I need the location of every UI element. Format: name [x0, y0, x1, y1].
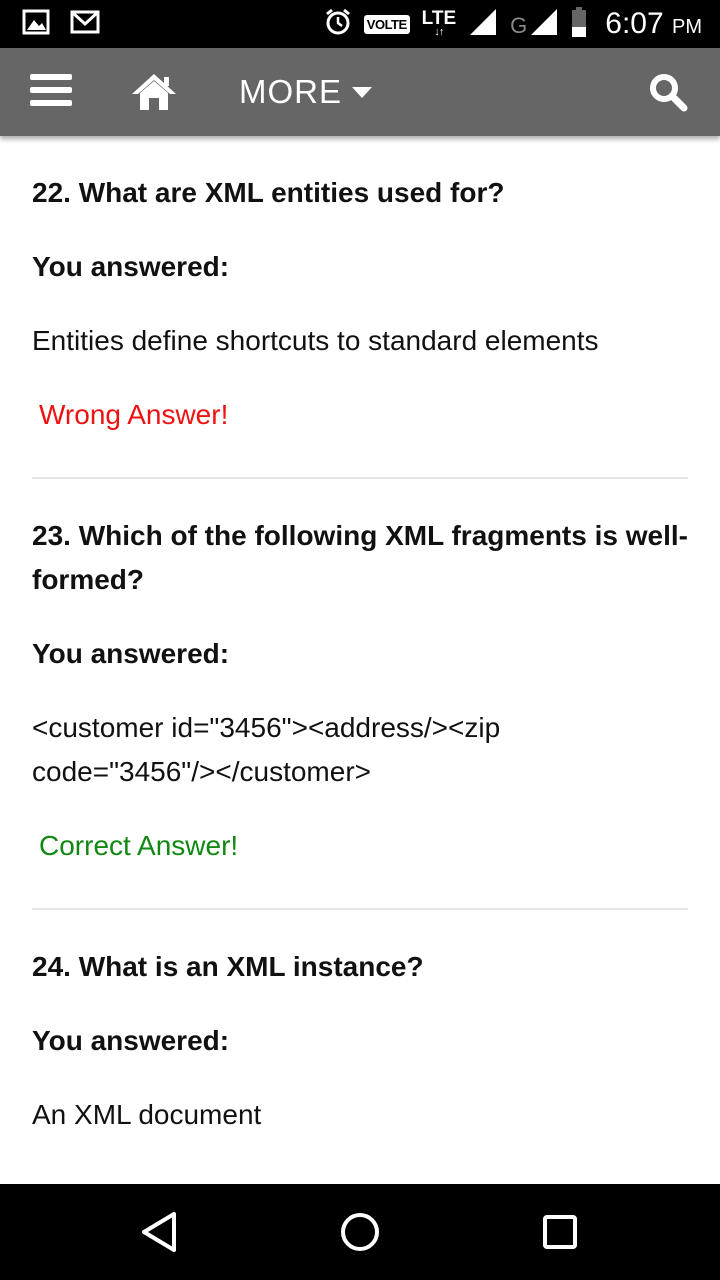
volte-badge: VOLTE [363, 14, 410, 34]
navigation-bar [0, 1184, 720, 1280]
verdict-wrong: Wrong Answer! [39, 399, 229, 430]
you-answered-label: You answered: [32, 1025, 230, 1056]
signal-icon [468, 7, 498, 42]
battery-icon [571, 6, 587, 42]
you-answered-label: You answered: [32, 638, 230, 669]
question-item: 23. Which of the following XML fragments… [32, 479, 688, 910]
answer-text: Entities define shortcuts to standard el… [32, 325, 599, 356]
app-bar: MORE [0, 48, 720, 136]
you-answered-label: You answered: [32, 251, 230, 282]
menu-icon[interactable] [30, 74, 72, 110]
home-circle-icon[interactable] [336, 1208, 384, 1256]
caret-down-icon [352, 86, 372, 98]
search-icon[interactable] [648, 72, 688, 112]
clock: 6:07 PM [605, 7, 702, 41]
image-icon [22, 9, 50, 40]
clock-time: 6:07 [605, 7, 664, 40]
lte-label: LTE [421, 8, 457, 29]
more-menu-button[interactable]: MORE [239, 70, 372, 114]
home-icon[interactable] [131, 72, 177, 112]
network-g-label: G [510, 12, 528, 38]
answer-text: An XML document [32, 1099, 262, 1130]
question-text: 23. Which of the following XML fragments… [32, 520, 688, 595]
lte-arrows: ↓↑ [434, 26, 444, 38]
alarm-icon [324, 8, 352, 41]
lte-indicator: LTE ↓↑ [421, 8, 457, 38]
status-bar: VOLTE LTE ↓↑ G 6:07 PM [0, 0, 720, 48]
clock-ampm: PM [672, 16, 702, 38]
question-text: 24. What is an XML instance? [32, 951, 424, 982]
question-text: 22. What are XML entities used for? [32, 177, 505, 208]
results-list[interactable]: 22. What are XML entities used for? You … [0, 136, 720, 1184]
answer-text: <customer id="3456"><address/><zip code=… [32, 712, 501, 787]
gmail-icon [70, 10, 100, 39]
signal-icon-2 [529, 7, 559, 42]
verdict-correct: Correct Answer! [39, 830, 239, 861]
question-item: 22. What are XML entities used for? You … [32, 136, 688, 479]
back-icon[interactable] [136, 1208, 184, 1256]
recent-apps-icon[interactable] [536, 1208, 584, 1256]
question-item: 24. What is an XML instance? You answere… [32, 910, 688, 1137]
more-label: MORE [239, 73, 342, 110]
